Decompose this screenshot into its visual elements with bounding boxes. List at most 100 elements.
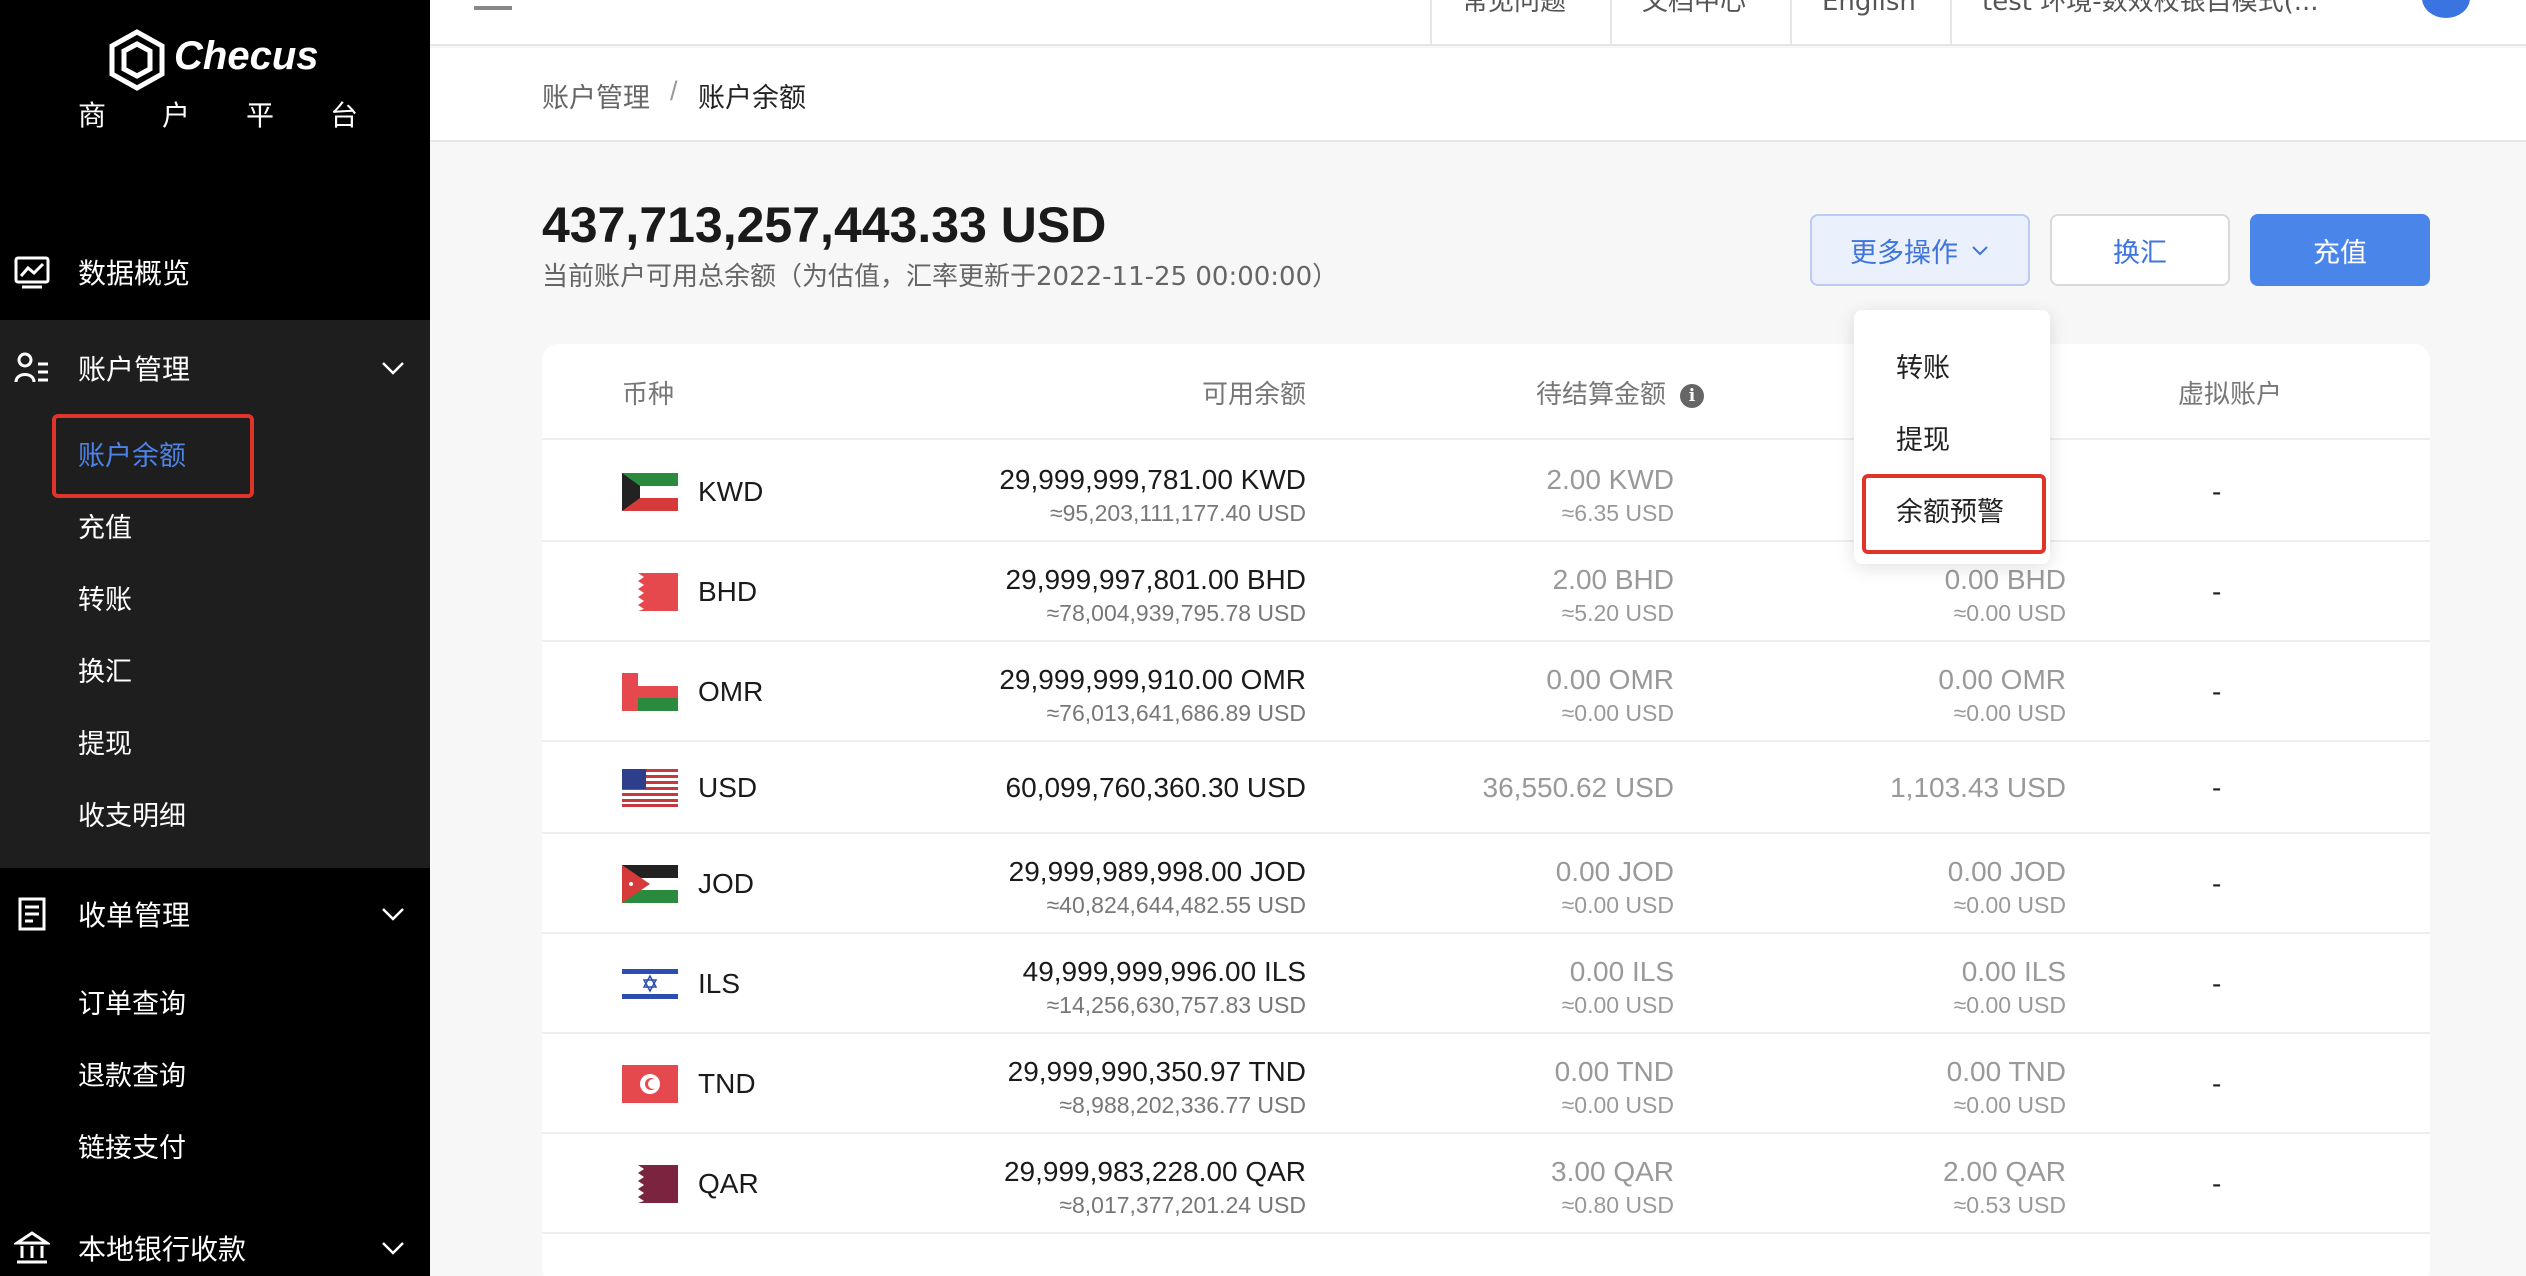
table-row[interactable]: TND 29,999,990,350.97 TND ≈8,988,202,336… bbox=[542, 1034, 2430, 1134]
nav-collection-management[interactable]: 收单管理 bbox=[0, 868, 430, 960]
breadcrumb: 账户管理 / 账户余额 bbox=[430, 48, 2526, 142]
avatar[interactable] bbox=[2422, 0, 2470, 18]
frozen-balance: 0.00 TND ≈0.00 USD bbox=[1947, 1056, 2066, 1119]
currency-code: USD bbox=[698, 772, 758, 803]
available-amount: 29,999,990,350.97 TND bbox=[1007, 1056, 1306, 1087]
pending-balance: 2.00 BHD ≈5.20 USD bbox=[1553, 564, 1674, 627]
sidebar-item-withdraw[interactable]: 提现 bbox=[78, 722, 132, 761]
sidebar-item-deposit[interactable]: 充值 bbox=[78, 506, 132, 545]
currency-code: JOD bbox=[698, 868, 754, 899]
sidebar-item-exchange[interactable]: 换汇 bbox=[78, 650, 132, 689]
breadcrumb-parent[interactable]: 账户管理 bbox=[542, 76, 650, 115]
more-actions-button[interactable]: 更多操作 bbox=[1810, 214, 2030, 286]
more-actions-dropdown: 转账 提现 余额预警 bbox=[1854, 310, 2050, 564]
nav-label: 数据概览 bbox=[78, 257, 191, 290]
header-available: 可用余额 bbox=[1201, 380, 1306, 410]
frozen-amount: 2.00 QAR bbox=[1943, 1156, 2066, 1187]
virtual-account: - bbox=[2212, 1068, 2222, 1099]
available-balance: 60,099,760,360.30 USD bbox=[1006, 772, 1306, 804]
frozen-amount: 0.00 TND bbox=[1946, 1056, 2066, 1087]
pending-amount: 2.00 KWD bbox=[1546, 464, 1674, 495]
available-amount: 29,999,989,998.00 JOD bbox=[1008, 856, 1306, 887]
table-row[interactable]: OMR 29,999,999,910.00 OMR ≈76,013,641,68… bbox=[542, 642, 2430, 742]
table-row[interactable]: JOD 29,999,989,998.00 JOD ≈40,824,644,48… bbox=[542, 834, 2430, 934]
available-usd: ≈40,824,644,482.55 USD bbox=[1046, 892, 1306, 918]
pending-usd: ≈0.00 USD bbox=[1561, 892, 1674, 918]
table-row[interactable]: BHD 29,999,997,801.00 BHD ≈78,004,939,79… bbox=[542, 542, 2430, 642]
topbar-environment-selector[interactable]: test 环境-数效校银自模式(... bbox=[1950, 0, 2370, 44]
available-usd: ≈78,004,939,795.78 USD bbox=[1046, 600, 1306, 626]
brand-subtitle: 商 户 平 台 bbox=[78, 94, 358, 134]
header-currency: 币种 bbox=[622, 380, 675, 410]
dropdown-item-withdraw[interactable]: 提现 bbox=[1896, 418, 1950, 457]
balance-table: 币种 可用余额 待结算金额 i 虚拟账户 KWD 29,999,999,781.0… bbox=[542, 344, 2430, 1276]
frozen-amount: 0.00 OMR bbox=[1938, 664, 2066, 695]
sidebar-item-order-query[interactable]: 订单查询 bbox=[78, 982, 186, 1021]
total-balance-description: 当前账户可用总余额（为估值，汇率更新于2022-11-25 00:00:00） bbox=[542, 262, 1339, 292]
breadcrumb-current: 账户余额 bbox=[698, 83, 806, 114]
virtual-account: - bbox=[2212, 676, 2222, 707]
pending-balance: 0.00 TND ≈0.00 USD bbox=[1555, 1056, 1674, 1119]
available-usd: ≈8,988,202,336.77 USD bbox=[1059, 1092, 1306, 1118]
pending-amount: 36,550.62 USD bbox=[1482, 772, 1674, 803]
top-bar: 常见问题 文档中心 English test 环境-数效校银自模式(... bbox=[430, 0, 2526, 46]
table-row[interactable]: KWD 29,999,999,781.00 KWD ≈95,203,111,17… bbox=[542, 442, 2430, 542]
pending-balance: 3.00 QAR ≈0.80 USD bbox=[1551, 1156, 1674, 1219]
sidebar-item-transactions[interactable]: 收支明细 bbox=[78, 794, 186, 833]
virtual-account: - bbox=[2212, 476, 2222, 507]
document-icon bbox=[18, 897, 46, 931]
currency-code: QAR bbox=[698, 1168, 759, 1199]
frozen-balance: 2.00 QAR ≈0.53 USD bbox=[1943, 1156, 2066, 1219]
frozen-usd: ≈0.53 USD bbox=[1953, 1192, 2066, 1218]
frozen-balance: 1,103.43 USD bbox=[1890, 772, 2066, 804]
available-amount: 29,999,983,228.00 QAR bbox=[1003, 1156, 1306, 1187]
exchange-button[interactable]: 换汇 bbox=[2050, 214, 2230, 286]
virtual-account: - bbox=[2212, 772, 2222, 803]
available-balance: 29,999,983,228.00 QAR ≈8,017,377,201.24 … bbox=[1004, 1156, 1306, 1219]
available-balance: 29,999,990,350.97 TND ≈8,988,202,336.77 … bbox=[1008, 1056, 1306, 1119]
available-balance: 29,999,997,801.00 BHD ≈78,004,939,795.78… bbox=[1006, 564, 1306, 627]
brand-logo[interactable]: Checus bbox=[106, 28, 326, 92]
topbar-language-switch[interactable]: English bbox=[1790, 0, 1950, 44]
frozen-balance: 0.00 JOD ≈0.00 USD bbox=[1948, 856, 2066, 919]
available-amount: 49,999,999,996.00 ILS bbox=[1022, 956, 1306, 987]
breadcrumb-separator: / bbox=[670, 76, 678, 106]
info-icon[interactable]: i bbox=[1680, 384, 1704, 408]
dropdown-item-transfer[interactable]: 转账 bbox=[1896, 346, 1950, 385]
brand-subtitle-char: 台 bbox=[329, 99, 358, 132]
tnd-flag-icon bbox=[622, 1065, 678, 1103]
available-balance: 29,999,989,998.00 JOD ≈40,824,644,482.55… bbox=[1009, 856, 1306, 919]
nav-data-overview[interactable]: 数据概览 bbox=[0, 226, 430, 318]
sidebar-item-transfer[interactable]: 转账 bbox=[78, 578, 132, 617]
pending-amount: 0.00 ILS bbox=[1569, 956, 1674, 987]
frozen-amount: 0.00 ILS bbox=[1961, 956, 2066, 987]
total-balance: 437,713,257,443.33 USD bbox=[542, 197, 1107, 253]
deposit-button[interactable]: 充值 bbox=[2250, 214, 2430, 286]
sidebar-item-link-payment[interactable]: 链接支付 bbox=[78, 1126, 186, 1165]
menu-toggle-icon[interactable] bbox=[474, 0, 514, 14]
pending-amount: 0.00 OMR bbox=[1546, 664, 1674, 695]
pending-amount: 0.00 TND bbox=[1554, 1056, 1674, 1087]
chevron-down-icon bbox=[382, 908, 404, 921]
pending-usd: ≈0.00 USD bbox=[1561, 700, 1674, 726]
pending-amount: 0.00 JOD bbox=[1555, 856, 1674, 887]
currency-code: KWD bbox=[698, 476, 764, 507]
frozen-usd: ≈0.00 USD bbox=[1953, 992, 2066, 1018]
nav-local-bank-collection[interactable]: 本地银行收款 bbox=[0, 1202, 430, 1276]
pending-amount: 2.00 BHD bbox=[1552, 564, 1674, 595]
pending-usd: ≈6.35 USD bbox=[1561, 500, 1674, 526]
table-row[interactable]: USD 60,099,760,360.30 USD 36,550.62 USD … bbox=[542, 742, 2430, 834]
table-row[interactable]: ILS 49,999,999,996.00 ILS ≈14,256,630,75… bbox=[542, 934, 2430, 1034]
nav-account-management[interactable]: 账户管理 bbox=[0, 322, 430, 414]
brand-name: Checus bbox=[174, 34, 319, 78]
frozen-usd: ≈0.00 USD bbox=[1953, 600, 2066, 626]
frozen-amount: 0.00 BHD bbox=[1944, 564, 2066, 595]
brand-subtitle-char: 户 bbox=[161, 99, 190, 132]
topbar-docs-link[interactable]: 文档中心 bbox=[1610, 0, 1790, 44]
more-actions-label: 更多操作 bbox=[1850, 237, 1958, 269]
table-row[interactable]: QAR 29,999,983,228.00 QAR ≈8,017,377,201… bbox=[542, 1134, 2430, 1234]
pending-usd: ≈0.80 USD bbox=[1561, 1192, 1674, 1218]
sidebar-item-refund-query[interactable]: 退款查询 bbox=[78, 1054, 186, 1093]
nav-label: 账户管理 bbox=[78, 353, 191, 386]
topbar-faq-link[interactable]: 常见问题 bbox=[1430, 0, 1610, 44]
